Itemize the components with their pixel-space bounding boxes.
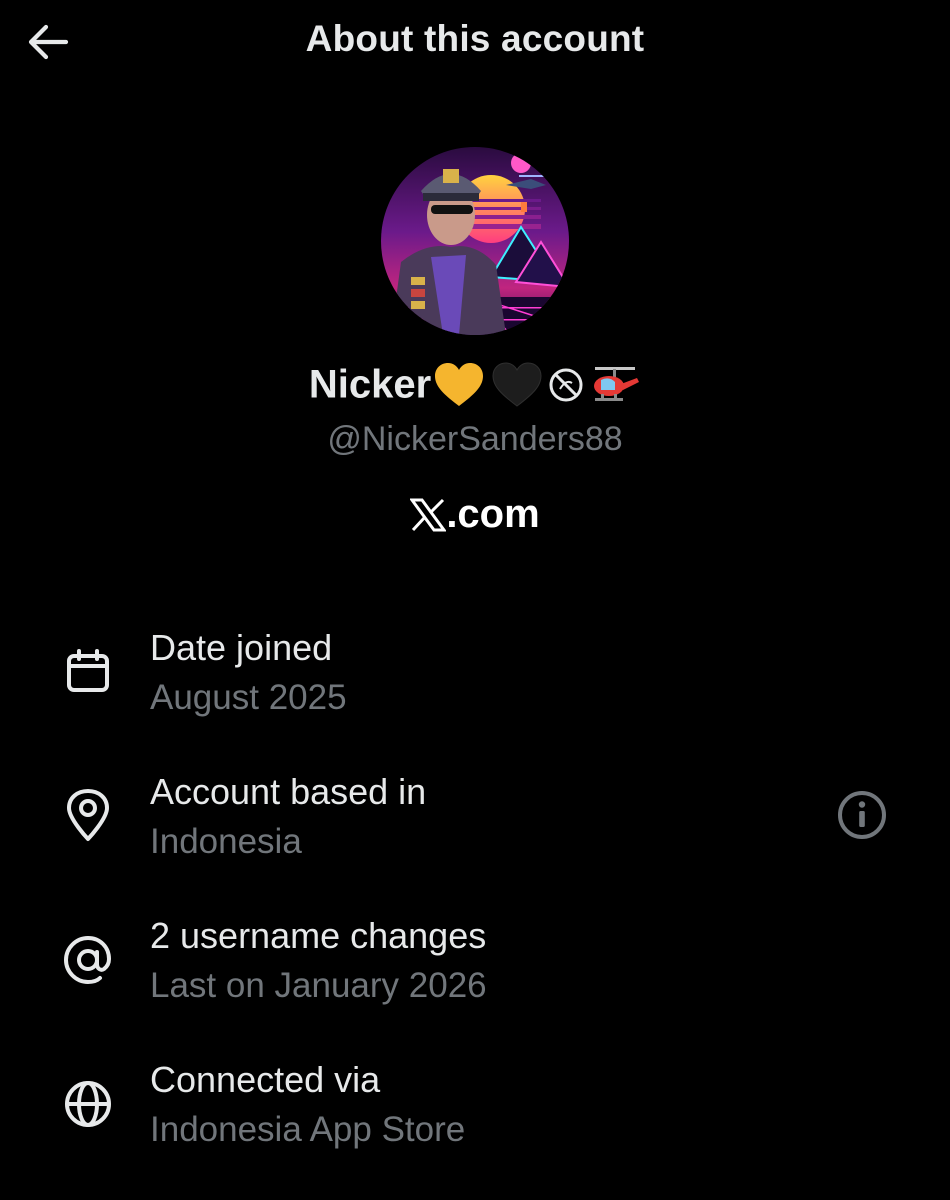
header-bar: About this account [0,0,950,86]
username-handle: @NickerSanders88 [327,420,623,458]
platform-label: .com [0,492,950,537]
info-icon [838,791,886,839]
black-heart-icon [492,362,542,407]
detail-label: 2 username changes [150,915,487,956]
yellow-heart-icon [435,363,484,406]
detail-row-account-location: Account based in Indonesia [0,766,950,876]
detail-label: Connected via [150,1059,381,1100]
at-sign-icon [60,932,116,988]
display-name-row: Nicker [0,362,950,408]
page-title: About this account [305,18,645,59]
detail-label: Date joined [150,627,333,668]
x-logo-icon [410,498,447,531]
detail-value: Last on January 2026 [150,966,487,1005]
detail-value: Indonesia [150,822,302,861]
prohibited-icon [549,368,583,402]
detail-label: Account based in [150,771,427,812]
detail-row-connected-via: Connected via Indonesia App Store [0,1054,950,1164]
helicopter-icon [594,367,640,401]
detail-row-username-changes: 2 username changes Last on January 2026 [0,910,950,1020]
calendar-icon [60,644,116,700]
globe-icon [60,1076,116,1132]
avatar[interactable] [381,147,569,335]
detail-row-date-joined: Date joined August 2025 [0,622,950,732]
account-location-info-button[interactable] [834,787,890,843]
detail-value: Indonesia App Store [150,1110,466,1149]
detail-value: August 2025 [150,678,347,717]
location-pin-icon [60,788,116,844]
display-name: Nicker [308,362,432,407]
platform-label-text: .com [446,492,540,536]
avatar-image [381,147,569,335]
